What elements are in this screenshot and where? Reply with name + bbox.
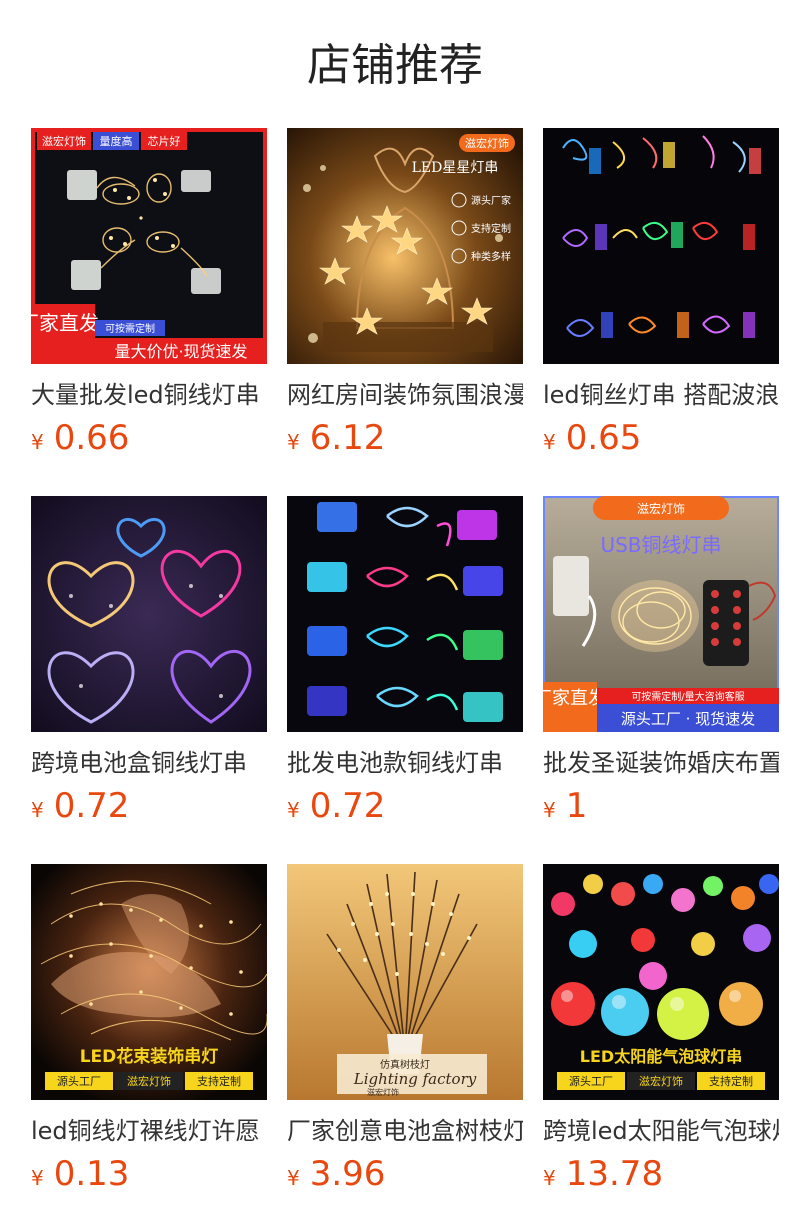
- product-card[interactable]: 跨境电池盒铜线灯串 ¥0.72: [31, 496, 267, 864]
- svg-text:源头厂家: 源头厂家: [471, 194, 511, 207]
- svg-text:Lighting factory: Lighting factory: [353, 1070, 477, 1088]
- product-title[interactable]: 大量批发led铜线灯串: [31, 378, 267, 412]
- product-card[interactable]: 滋宏灯饰 LED星星灯串 源头厂家 支持定制 种类多样 网红房间装饰氛围浪漫 ¥…: [287, 128, 523, 496]
- svg-text:芯片好: 芯片好: [148, 134, 181, 148]
- currency-symbol: ¥: [287, 798, 300, 822]
- product-price: ¥6.12: [287, 418, 523, 458]
- currency-symbol: ¥: [287, 430, 300, 454]
- currency-symbol: ¥: [543, 798, 556, 822]
- product-grid: 滋宏灯饰 量度高 芯片好 家直发 可按需定制 量大价优·现货速发 大量批发led…: [31, 128, 781, 1232]
- product-title[interactable]: 批发圣诞装饰婚庆布置: [543, 746, 779, 780]
- currency-symbol: ¥: [543, 1166, 556, 1190]
- price-amount: 1: [565, 786, 588, 826]
- product-title[interactable]: 网红房间装饰氛围浪漫: [287, 378, 523, 412]
- svg-text:种类多样: 种类多样: [471, 250, 511, 263]
- price-amount: 0.72: [309, 786, 386, 826]
- battery-lights-image: [287, 496, 523, 732]
- svg-text:LED星星灯串: LED星星灯串: [412, 160, 499, 176]
- svg-text:滋宏灯饰: 滋宏灯饰: [127, 1074, 171, 1088]
- svg-text:滋宏灯饰: 滋宏灯饰: [637, 501, 685, 516]
- price-amount: 13.78: [565, 1154, 664, 1194]
- product-card[interactable]: led铜丝灯串 搭配波浪 ¥0.65: [543, 128, 779, 496]
- product-card[interactable]: 滋宏灯饰 USB铜线灯串 厂家直发: [543, 496, 779, 864]
- currency-symbol: ¥: [31, 430, 44, 454]
- product-title[interactable]: led铜线灯裸线灯许愿: [31, 1114, 267, 1148]
- price-amount: 0.65: [565, 418, 642, 458]
- svg-text:源头工厂: 源头工厂: [57, 1074, 101, 1088]
- product-title[interactable]: 跨境led太阳能气泡球灯串: [543, 1114, 779, 1148]
- product-title[interactable]: 厂家创意电池盒树枝灯: [287, 1114, 523, 1148]
- svg-text:厂家直发: 厂家直发: [543, 688, 606, 709]
- svg-text:厂家直发: 厂家直发: [31, 311, 99, 335]
- product-image[interactable]: LED太阳能气泡球灯串 源头工厂 滋宏灯饰 支持定制: [543, 864, 779, 1100]
- currency-symbol: ¥: [31, 1166, 44, 1190]
- svg-text:支持定制: 支持定制: [197, 1074, 241, 1088]
- product-title[interactable]: 批发电池款铜线灯串: [287, 746, 523, 780]
- usb-lights-image: 滋宏灯饰 USB铜线灯串 厂家直发: [543, 496, 779, 732]
- hand-lights-image: LED花束装饰串灯 源头工厂 滋宏灯饰 支持定制: [31, 864, 267, 1100]
- svg-text:量度高: 量度高: [100, 134, 133, 148]
- product-price: ¥0.65: [543, 418, 779, 458]
- branch-lights-image: 仿真树枝灯 Lighting factory 滋宏灯饰: [287, 864, 523, 1100]
- svg-text:源头工厂: 源头工厂: [569, 1074, 613, 1088]
- product-price: ¥3.96: [287, 1154, 523, 1194]
- product-price: ¥1: [543, 786, 779, 826]
- product-title[interactable]: 跨境电池盒铜线灯串: [31, 746, 267, 780]
- product-image[interactable]: [543, 128, 779, 364]
- product-price: ¥0.66: [31, 418, 267, 458]
- svg-text:LED太阳能气泡球灯串: LED太阳能气泡球灯串: [580, 1047, 742, 1066]
- svg-text:USB铜线灯串: USB铜线灯串: [600, 533, 721, 557]
- product-image[interactable]: 仿真树枝灯 Lighting factory 滋宏灯饰: [287, 864, 523, 1100]
- price-amount: 0.66: [53, 418, 130, 458]
- currency-symbol: ¥: [287, 1166, 300, 1190]
- svg-text:源头工厂 · 现货速发: 源头工厂 · 现货速发: [621, 710, 755, 728]
- price-amount: 3.96: [309, 1154, 386, 1194]
- product-image[interactable]: 滋宏灯饰 LED星星灯串 源头厂家 支持定制 种类多样: [287, 128, 523, 364]
- product-card[interactable]: LED太阳能气泡球灯串 源头工厂 滋宏灯饰 支持定制 跨境led太阳能气泡球灯串…: [543, 864, 779, 1232]
- product-price: ¥13.78: [543, 1154, 779, 1194]
- svg-text:滋宏灯饰: 滋宏灯饰: [42, 134, 86, 148]
- product-image[interactable]: [287, 496, 523, 732]
- svg-text:LED花束装饰串灯: LED花束装饰串灯: [80, 1046, 219, 1067]
- product-title[interactable]: led铜丝灯串 搭配波浪: [543, 378, 779, 412]
- currency-symbol: ¥: [543, 430, 556, 454]
- product-card[interactable]: LED花束装饰串灯 源头工厂 滋宏灯饰 支持定制 led铜线灯裸线灯许愿 ¥0.…: [31, 864, 267, 1232]
- price-amount: 0.13: [53, 1154, 130, 1194]
- product-image[interactable]: 滋宏灯饰 量度高 芯片好 家直发 可按需定制 量大价优·现货速发: [31, 128, 267, 364]
- product-price: ¥0.72: [287, 786, 523, 826]
- product-price: ¥0.13: [31, 1154, 267, 1194]
- product-price: ¥0.72: [31, 786, 267, 826]
- heart-lights-image: [31, 496, 267, 732]
- page-title: 店铺推荐: [307, 40, 483, 91]
- svg-text:支持定制: 支持定制: [471, 222, 511, 235]
- svg-text:可按需定制: 可按需定制: [105, 322, 155, 335]
- fairy-lights-image: 滋宏灯饰 量度高 芯片好 家直发 可按需定制 量大价优·现货速发: [31, 128, 267, 364]
- bubble-ball-lights-image: LED太阳能气泡球灯串 源头工厂 滋宏灯饰 支持定制: [543, 864, 779, 1100]
- svg-text:滋宏灯饰: 滋宏灯饰: [465, 136, 509, 150]
- product-card[interactable]: 滋宏灯饰 量度高 芯片好 家直发 可按需定制 量大价优·现货速发 大量批发led…: [31, 128, 267, 496]
- star-lights-image: 滋宏灯饰 LED星星灯串 源头厂家 支持定制 种类多样: [287, 128, 523, 364]
- currency-symbol: ¥: [31, 798, 44, 822]
- product-card[interactable]: 批发电池款铜线灯串 ¥0.72: [287, 496, 523, 864]
- product-image[interactable]: [31, 496, 267, 732]
- svg-text:可按需定制/量大咨询客服: 可按需定制/量大咨询客服: [631, 690, 744, 703]
- colored-wire-lights-image: [543, 128, 779, 364]
- svg-text:量大价优·现货速发: 量大价优·现货速发: [114, 342, 247, 361]
- price-amount: 6.12: [309, 418, 386, 458]
- svg-text:支持定制: 支持定制: [709, 1074, 753, 1088]
- price-amount: 0.72: [53, 786, 130, 826]
- product-image[interactable]: LED花束装饰串灯 源头工厂 滋宏灯饰 支持定制: [31, 864, 267, 1100]
- svg-text:滋宏灯饰: 滋宏灯饰: [639, 1074, 683, 1088]
- svg-text:滋宏灯饰: 滋宏灯饰: [367, 1087, 399, 1097]
- product-card[interactable]: 仿真树枝灯 Lighting factory 滋宏灯饰 厂家创意电池盒树枝灯 ¥…: [287, 864, 523, 1232]
- product-image[interactable]: 滋宏灯饰 USB铜线灯串 厂家直发: [543, 496, 779, 732]
